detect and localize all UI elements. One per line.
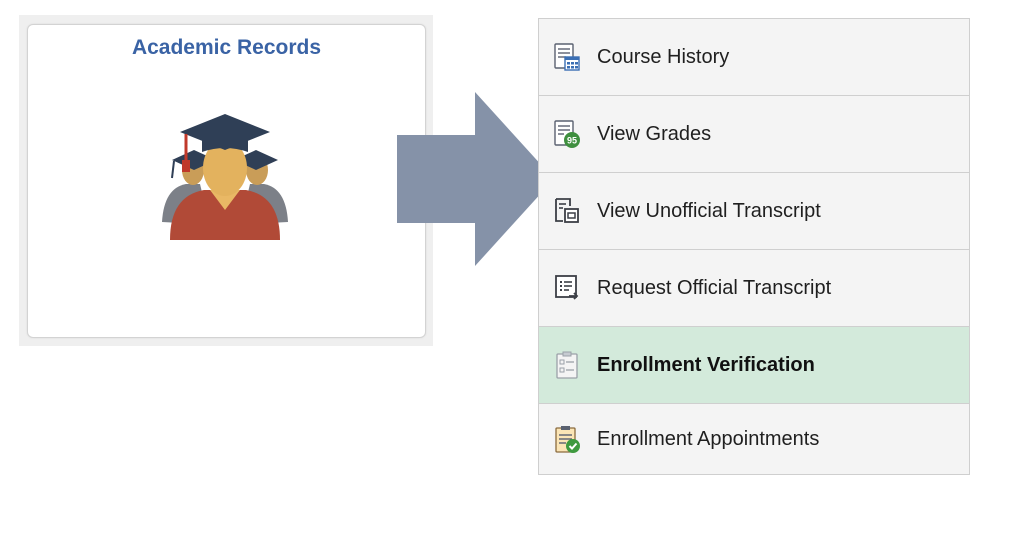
graduates-icon	[162, 114, 288, 240]
menu-item-label: Enrollment Appointments	[597, 427, 820, 450]
menu-item-label: View Unofficial Transcript	[597, 199, 821, 222]
unofficial-transcript-icon	[555, 198, 579, 223]
request-transcript-icon	[555, 275, 579, 300]
academic-records-tile[interactable]: Academic Records	[27, 24, 426, 338]
menu-item-label: Request Official Transcript	[597, 276, 832, 299]
tile-frame: Academic Records	[19, 15, 433, 346]
academic-records-menu: Course History 95 View Grades View Unoff…	[538, 18, 970, 475]
menu-item-view-grades[interactable]: 95 View Grades	[539, 96, 969, 173]
grades-icon: 95	[554, 120, 580, 148]
enrollment-appointments-icon	[555, 426, 580, 453]
course-history-icon	[554, 43, 580, 71]
menu-item-course-history[interactable]: Course History	[539, 19, 969, 96]
enrollment-verification-icon	[556, 351, 578, 379]
tile-title: Academic Records	[131, 36, 322, 59]
menu-item-enrollment-verification[interactable]: Enrollment Verification	[539, 327, 969, 404]
right-arrow-icon	[397, 92, 554, 266]
menu-item-label: Course History	[597, 45, 730, 68]
menu-item-enrollment-appointments[interactable]: Enrollment Appointments	[539, 404, 969, 474]
grades-badge: 95	[567, 136, 577, 146]
menu-item-request-official-transcript[interactable]: Request Official Transcript	[539, 250, 969, 327]
menu-item-label: Enrollment Verification	[597, 353, 815, 376]
menu-item-label: View Grades	[597, 122, 712, 145]
menu-item-view-unofficial-transcript[interactable]: View Unofficial Transcript	[539, 173, 969, 250]
